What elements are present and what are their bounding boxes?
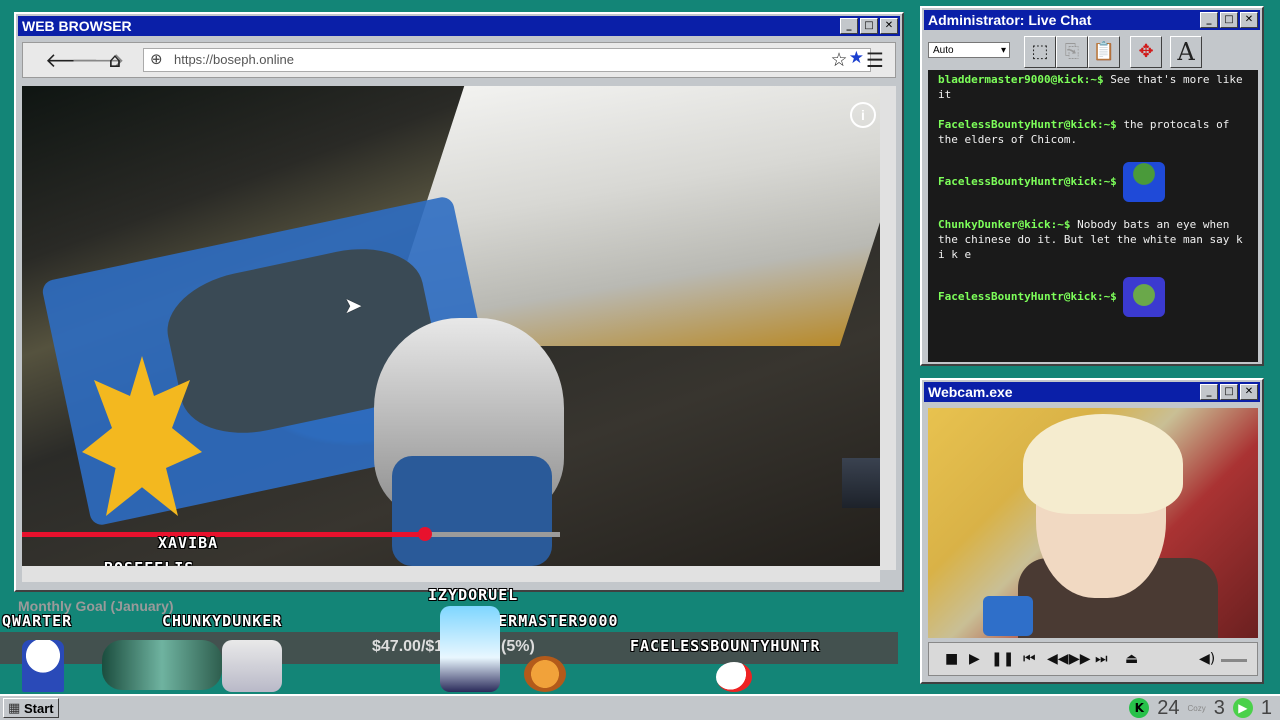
font-icon[interactable]: A (1170, 36, 1202, 68)
paste-icon[interactable]: 📋 (1088, 36, 1120, 68)
back-icon[interactable]: 🡐 (45, 49, 99, 71)
select-tool-icon[interactable]: ⬚ (1024, 36, 1056, 68)
green-frog-emote (1123, 277, 1166, 317)
tray-count-a: 24 (1157, 696, 1180, 719)
skip-forward-icon[interactable]: ⏭ (1095, 649, 1108, 669)
stop-icon[interactable]: ■ (945, 649, 958, 669)
facecam-thumbnail (842, 458, 880, 508)
play-icon[interactable]: ▶ (969, 649, 980, 669)
start-button[interactable]: ▦ Start (3, 698, 59, 718)
vertical-scrollbar[interactable] (880, 86, 896, 570)
viewer-name-chunkydunker: CHUNKYDUNKER (162, 612, 283, 630)
chat-username: FacelessBountyHuntr@kick:~$ (938, 118, 1117, 131)
volume-icon[interactable]: ◀) (1199, 649, 1215, 669)
fox-sprite (524, 656, 566, 692)
start-label: Start (24, 701, 54, 716)
avatar-hair (1023, 414, 1183, 514)
info-icon[interactable]: i (850, 102, 876, 128)
media-controls: ■ ▶ ❚❚ ⏮ ◀◀ ▶▶ ⏭ ⏏ ◀) (928, 642, 1258, 676)
browser-titlebar[interactable]: WEB BROWSER _ □ ✕ (18, 16, 900, 36)
browser-toolbar: 🡐 🡒 ⌂ ⊕ https://boseph.online ★ ☆ ☰ (22, 42, 896, 78)
chat-log[interactable]: bladdermaster9000@kick:~$ See that's mor… (928, 70, 1258, 362)
egg-sprite (716, 662, 752, 692)
chat-minimize-button[interactable]: _ (1200, 12, 1218, 28)
webcam-feed (928, 408, 1258, 638)
play-circle-icon[interactable]: ▶ (1232, 698, 1253, 718)
chat-close-button[interactable]: ✕ (1240, 12, 1258, 28)
chat-username: ChunkyDunker@kick:~$ (938, 218, 1071, 231)
system-tray: K 24 Cozy 3 ▶ 1 (1129, 696, 1272, 720)
webcam-title: Webcam.exe (928, 384, 1013, 400)
globe-icon: ⊕ (150, 50, 163, 68)
windows-logo-icon: ▦ (8, 701, 21, 716)
skeleton-sprite (22, 640, 64, 692)
viewer-name-qwarter: QWARTER (2, 612, 73, 630)
url-text: https://boseph.online (174, 52, 294, 67)
video-player[interactable]: ➤ i XAVIBA BOSEFELIS (22, 86, 880, 570)
copy-icon[interactable]: ⎘ (1056, 36, 1088, 68)
favorites-icon[interactable]: ☆ (827, 49, 851, 71)
horizontal-scrollbar[interactable] (22, 566, 880, 582)
chat-message: FacelessBountyHuntr@kick:~$ (938, 277, 1248, 317)
webcam-minimize-button[interactable]: _ (1200, 384, 1218, 400)
maximize-button[interactable]: □ (860, 18, 878, 34)
chat-username: FacelessBountyHuntr@kick:~$ (938, 290, 1117, 303)
webcam-close-button[interactable]: ✕ (1240, 384, 1258, 400)
kick-icon[interactable]: K (1129, 698, 1150, 718)
chat-toolbar: Auto ▾ ⬚ ⎘ 📋 ✥ A (926, 34, 1258, 70)
fast-forward-icon[interactable]: ▶▶ (1069, 649, 1091, 669)
chat-title: Administrator: Live Chat (928, 12, 1092, 28)
rewind-icon[interactable]: ◀◀ (1047, 649, 1069, 669)
webcam-titlebar[interactable]: Webcam.exe _ □ ✕ (924, 382, 1260, 402)
chat-username: bladdermaster9000@kick:~$ (938, 73, 1104, 86)
chat-message: FacelessBountyHuntr@kick:~$ the protocal… (938, 117, 1248, 147)
gas-tank (392, 456, 552, 566)
menu-icon[interactable]: ☰ (863, 49, 887, 71)
chevron-down-icon: ▾ (1000, 45, 1006, 56)
tray-count-c: 1 (1260, 696, 1272, 719)
forward-icon[interactable]: 🡒 (71, 49, 125, 71)
video-progress-fill (22, 532, 426, 537)
home-icon[interactable]: ⌂ (103, 49, 127, 71)
address-bar[interactable]: ⊕ https://boseph.online ★ (143, 48, 871, 72)
chat-message: FacelessBountyHuntr@kick:~$ (938, 162, 1248, 202)
dragon-sprite (102, 640, 222, 690)
chat-message: bladdermaster9000@kick:~$ See that's mor… (938, 72, 1248, 102)
chat-message: ChunkyDunker@kick:~$ Nobody bats an eye … (938, 217, 1248, 262)
font-size-select[interactable]: Auto ▾ (928, 42, 1010, 58)
overlay-name-xaviba: XAVIBA (158, 534, 219, 552)
taskbar: ▦ Start K 24 Cozy 3 ▶ 1 (0, 694, 1280, 720)
font-size-value: Auto (933, 45, 954, 56)
eject-icon[interactable]: ⏏ (1125, 649, 1138, 669)
volume-slider[interactable] (1221, 659, 1247, 662)
tray-count-b: 3 (1213, 696, 1225, 719)
knight-sprite (440, 606, 500, 692)
viewer-name-izydoruel: IZYDORUEL (428, 586, 519, 604)
blue-frog-emote (1123, 162, 1166, 202)
mouse-cursor-icon: ➤ (344, 294, 363, 319)
pause-icon[interactable]: ❚❚ (991, 649, 1014, 669)
chat-username: FacelessBountyHuntr@kick:~$ (938, 175, 1117, 188)
chat-titlebar[interactable]: Administrator: Live Chat _ □ ✕ (924, 10, 1260, 30)
webcam-maximize-button[interactable]: □ (1220, 384, 1238, 400)
webcam-window: Webcam.exe _ □ ✕ ■ ▶ ❚❚ ⏮ ◀◀ ▶▶ ⏭ ⏏ ◀) (920, 378, 1264, 684)
browser-title: WEB BROWSER (22, 18, 132, 34)
close-button[interactable]: ✕ (880, 18, 898, 34)
wolf-sprite (222, 640, 282, 692)
skip-back-icon[interactable]: ⏮ (1023, 649, 1036, 669)
move-icon[interactable]: ✥ (1130, 36, 1162, 68)
bookmark-star-icon[interactable]: ★ (849, 48, 864, 68)
chat-maximize-button[interactable]: □ (1220, 12, 1238, 28)
minimize-button[interactable]: _ (840, 18, 858, 34)
tray-small-label: Cozy (1187, 703, 1206, 713)
viewer-name-faceless: FACELESSBOUNTYHUNTR (630, 637, 821, 655)
live-chat-window: Administrator: Live Chat _ □ ✕ Auto ▾ ⬚ ⎘… (920, 6, 1264, 366)
blue-mug (983, 596, 1033, 636)
browser-window: WEB BROWSER _ □ ✕ 🡐 🡒 ⌂ ⊕ https://boseph… (14, 12, 904, 592)
